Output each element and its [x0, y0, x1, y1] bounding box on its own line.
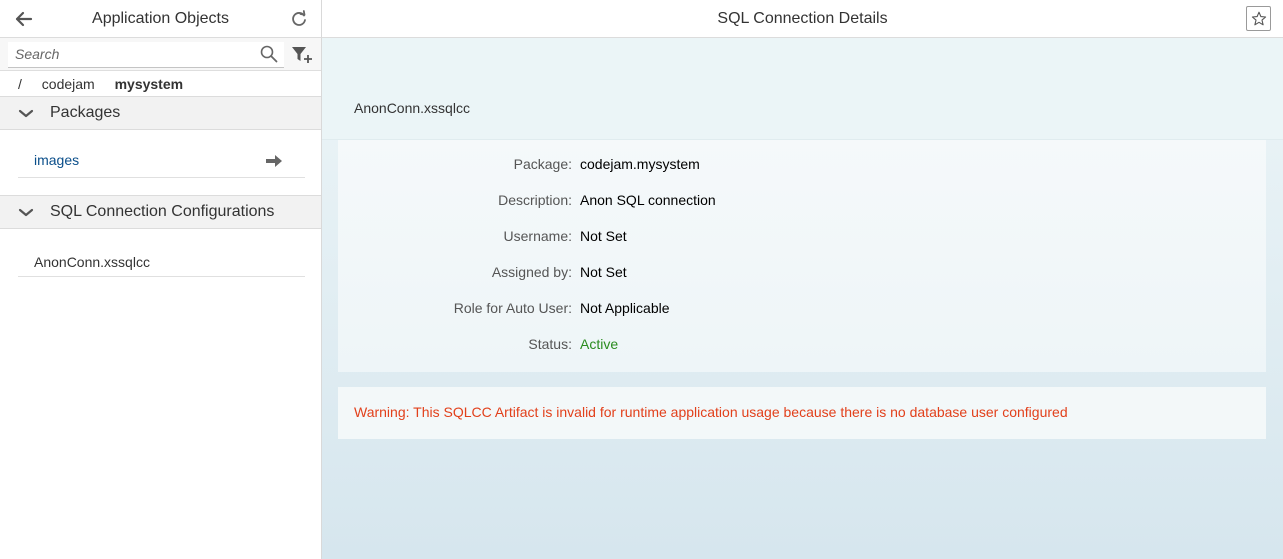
field-assigned-by: Assigned by: Not Set — [338, 264, 1266, 284]
filter-add-icon[interactable] — [291, 45, 313, 65]
field-description: Description: Anon SQL connection — [338, 192, 1266, 212]
star-icon — [1251, 11, 1266, 25]
details-form: Package: codejam.mysystem Description: A… — [338, 140, 1266, 372]
field-label: Description: — [498, 192, 572, 208]
object-title: AnonConn.xssqlcc — [354, 100, 470, 116]
chevron-down-icon — [18, 109, 34, 118]
detail-pane: SQL Connection Details AnonConn.xssqlcc … — [322, 0, 1283, 559]
detail-title: SQL Connection Details — [717, 10, 888, 27]
master-pane: Application Objects / codejam mysystem P… — [0, 0, 322, 559]
field-label: Status: — [528, 336, 572, 352]
warning-panel: Warning: This SQLCC Artifact is invalid … — [338, 387, 1266, 439]
detail-header: SQL Connection Details — [322, 0, 1283, 38]
search-input[interactable] — [8, 42, 248, 66]
right-arrow-icon[interactable] — [265, 154, 283, 168]
field-value: Not Applicable — [580, 300, 670, 316]
list-item-label: images — [34, 152, 80, 168]
refresh-icon[interactable] — [289, 9, 309, 29]
field-value: codejam.mysystem — [580, 156, 700, 172]
group-header-sql-connections[interactable]: SQL Connection Configurations — [0, 195, 321, 229]
master-header: Application Objects — [0, 0, 321, 38]
master-title: Application Objects — [92, 10, 229, 27]
field-username: Username: Not Set — [338, 228, 1266, 248]
object-header: AnonConn.xssqlcc — [322, 38, 1283, 140]
field-role-auto-user: Role for Auto User: Not Applicable — [338, 300, 1266, 320]
packages-list: images — [0, 130, 321, 178]
breadcrumb-root[interactable]: / — [18, 76, 22, 92]
search-icon[interactable] — [260, 45, 278, 63]
list-item-label: AnonConn.xssqlcc — [34, 254, 150, 270]
sql-connections-list: AnonConn.xssqlcc — [0, 245, 321, 277]
list-item-anonconn[interactable]: AnonConn.xssqlcc — [18, 245, 305, 277]
group-header-packages[interactable]: Packages — [0, 96, 321, 130]
field-label: Assigned by: — [491, 264, 572, 280]
search-field — [8, 42, 284, 68]
field-value: Not Set — [580, 228, 627, 244]
group-label: Packages — [50, 104, 121, 121]
field-value: Not Set — [580, 264, 627, 280]
breadcrumb-parent[interactable]: codejam — [42, 76, 95, 92]
list-item-images[interactable]: images — [18, 130, 305, 178]
chevron-down-icon — [18, 208, 34, 217]
warning-message: Warning: This SQLCC Artifact is invalid … — [354, 404, 1068, 420]
breadcrumb-current: mysystem — [114, 76, 184, 92]
search-bar — [0, 38, 321, 71]
field-label: Package: — [513, 156, 572, 172]
field-value: Anon SQL connection — [580, 192, 716, 208]
field-label: Username: — [503, 228, 572, 244]
breadcrumb: / codejam mysystem — [0, 71, 321, 96]
field-package: Package: codejam.mysystem — [338, 156, 1266, 176]
status-value: Active — [580, 336, 619, 352]
field-label: Role for Auto User: — [453, 300, 572, 316]
field-status: Status: Active — [338, 336, 1266, 356]
group-label: SQL Connection Configurations — [50, 203, 275, 220]
favorite-button[interactable] — [1246, 6, 1271, 31]
